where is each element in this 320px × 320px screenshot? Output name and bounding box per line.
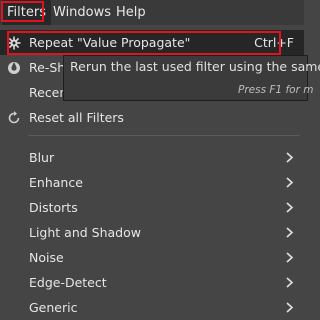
distorts-label: Distorts	[29, 200, 78, 215]
recent-label: Recen	[29, 85, 68, 100]
submenu-arrow-icon	[286, 177, 294, 188]
menu-filters[interactable]: Filters	[2, 0, 51, 25]
edge-detect-label: Edge-Detect	[29, 275, 107, 290]
menu-item-noise[interactable]: Noise	[0, 245, 304, 270]
menu-bar: Filters Windows Help	[0, 0, 304, 25]
menu-item-repeat[interactable]: Repeat "Value Propagate" Ctrl+F	[0, 30, 304, 55]
menu-windows[interactable]: Windows	[48, 0, 116, 25]
reset-label: Reset all Filters	[29, 110, 124, 125]
gear-icon	[6, 35, 22, 51]
submenu-arrow-icon	[286, 227, 294, 238]
tooltip-hint: Press F1 for m	[238, 84, 314, 96]
menu-item-enhance[interactable]: Enhance	[0, 170, 304, 195]
menu-help[interactable]: Help	[111, 0, 151, 25]
menu-item-distorts[interactable]: Distorts	[0, 195, 304, 220]
menu-item-light-and-shadow[interactable]: Light and Shadow	[0, 220, 304, 245]
menu-item-edge-detect[interactable]: Edge-Detect	[0, 270, 304, 295]
light-and-shadow-label: Light and Shadow	[29, 225, 141, 240]
reshow-label: Re-Sh	[29, 60, 66, 75]
repeat-shortcut: Ctrl+F	[254, 35, 294, 50]
noise-label: Noise	[29, 250, 64, 265]
tooltip-text: Rerun the last used filter using the sam…	[70, 59, 320, 74]
submenu-arrow-icon	[286, 277, 294, 288]
submenu-arrow-icon	[286, 202, 294, 213]
menu-separator	[0, 135, 304, 136]
blur-label: Blur	[29, 150, 55, 165]
menu-item-generic[interactable]: Generic	[0, 295, 304, 320]
menu-item-blur[interactable]: Blur	[0, 145, 304, 170]
reset-icon	[6, 110, 22, 126]
submenu-arrow-icon	[286, 302, 294, 313]
reshow-icon	[6, 60, 22, 76]
generic-label: Generic	[29, 300, 78, 315]
tooltip: Rerun the last used filter using the sam…	[63, 55, 320, 101]
submenu-arrow-icon	[286, 252, 294, 263]
repeat-label: Repeat "Value Propagate"	[29, 35, 191, 50]
submenu-arrow-icon	[286, 152, 294, 163]
enhance-label: Enhance	[29, 175, 83, 190]
menu-item-reset[interactable]: Reset all Filters	[0, 105, 304, 130]
separator-line	[28, 135, 300, 136]
